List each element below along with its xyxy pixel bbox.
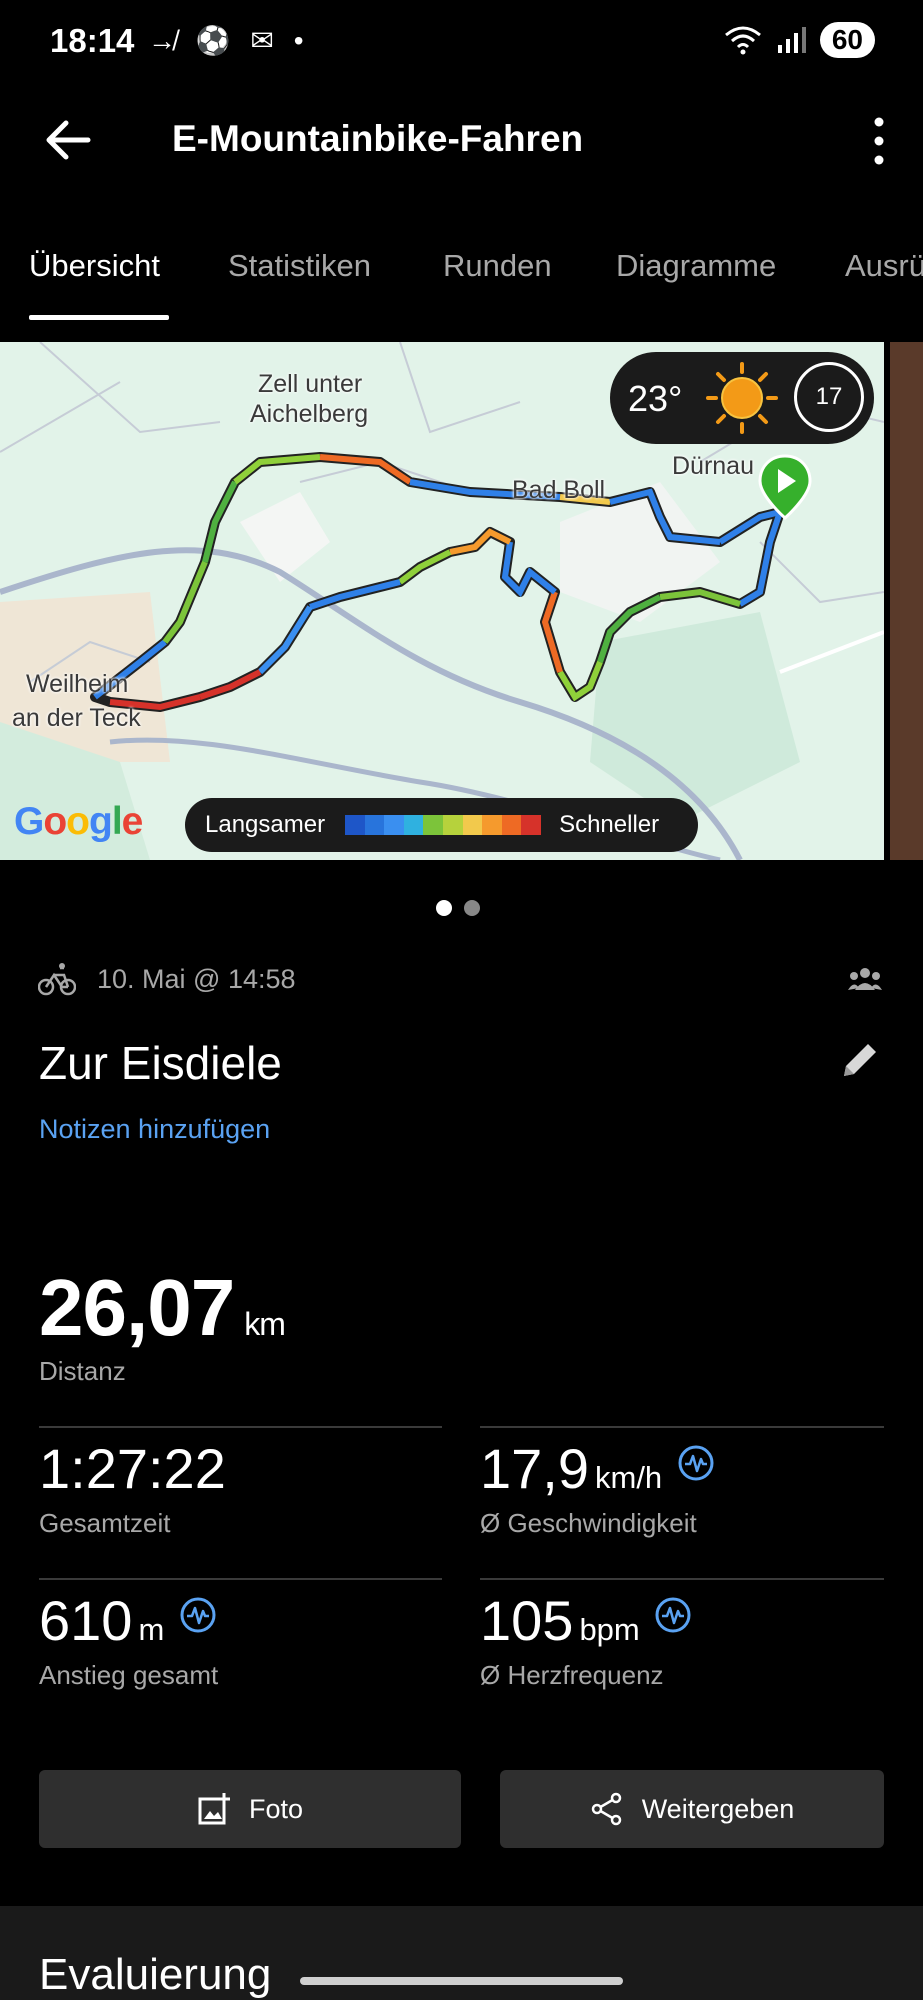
status-time: 18:14 [50,22,135,59]
avg-hr-unit: bpm [579,1612,640,1647]
sun-icon [706,362,778,434]
legend-color-scale [345,815,542,835]
signal-icon [777,27,806,53]
distance-value: 26,07 [39,1263,235,1352]
battery-indicator: 60 [819,22,875,58]
share-button-label: Weitergeben [641,1793,795,1824]
sensor-data-icon[interactable] [179,1596,217,1634]
weather-temperature: 23° [628,378,683,419]
divider [39,1578,442,1580]
legend-swatch [423,815,444,835]
dot-icon: • [293,25,310,56]
weather-badge: 23° 17 [610,352,874,444]
legend-swatch [384,815,404,835]
group-icon[interactable] [848,966,882,992]
avg-speed-stat: 17,9 km/h [480,1436,715,1501]
google-logo: Google [14,800,143,843]
avg-speed-label: Ø Geschwindigkeit [480,1508,697,1538]
home-indicator[interactable] [300,1977,623,1985]
ascent-value: 610 [39,1589,133,1652]
legend-swatch [364,815,385,835]
back-button[interactable] [38,110,98,170]
ebike-icon [38,963,76,996]
pager-dot-2[interactable] [464,900,480,916]
wind-indicator: 17 [794,362,864,432]
map-pager [436,900,480,916]
legend-swatch [462,815,483,835]
missed-call-icon: ↛ [148,25,182,56]
tab-ausruestung[interactable]: Ausrü [845,248,923,284]
evaluation-card[interactable]: Evaluierung [0,1906,923,2000]
add-notes-link[interactable]: Notizen hinzufügen [39,1114,270,1145]
avg-hr-stat: 105 bpm [480,1588,692,1653]
distance-stat: 26,07 km [39,1262,286,1354]
legend-swatch [345,815,365,835]
legend-swatch [521,815,542,835]
more-options-button[interactable] [859,112,899,172]
tab-diagramme[interactable]: Diagramme [616,248,776,284]
total-time-value: 1:27:22 [39,1437,226,1500]
legend-swatch [403,815,424,835]
map-label-duernau: Dürnau [672,452,754,480]
edit-pencil-icon[interactable] [838,1038,882,1082]
activity-date: 10. Mai @ 14:58 [97,964,296,994]
divider [480,1578,884,1580]
map-label-zell: Zell unter [258,370,363,398]
wifi-icon [724,26,761,55]
legend-swatch [501,815,522,835]
active-tab-indicator [29,315,169,320]
legend-swatch [443,815,463,835]
divider [39,1426,442,1428]
legend-slow-label: Langsamer [205,811,326,838]
page-title: E-Mountainbike-Fahren [172,118,584,159]
avg-hr-value: 105 [480,1589,574,1652]
avg-hr-label: Ø Herzfrequenz [480,1660,664,1690]
ascent-unit: m [138,1612,165,1647]
tab-uebersicht[interactable]: Übersicht [29,248,160,284]
distance-label: Distanz [39,1356,126,1386]
evaluation-title: Evaluierung [39,1950,272,1999]
ascent-label: Anstieg gesamt [39,1660,219,1690]
tab-statistiken[interactable]: Statistiken [228,248,371,284]
status-notification-icons: ↛ ⚽ ✉ • [148,24,310,57]
route-map[interactable]: Zell unter Aichelberg Bad Boll Dürnau We… [0,342,884,860]
activity-name: Zur Eisdiele [39,1037,282,1089]
sensor-data-icon[interactable] [654,1596,692,1634]
divider [480,1426,884,1428]
tab-runden[interactable]: Runden [443,248,552,284]
speed-legend: Langsamer Schneller [185,798,698,852]
avg-speed-value: 17,9 [480,1437,589,1500]
share-button[interactable]: Weitergeben [500,1770,884,1848]
start-marker-icon [758,454,812,520]
share-icon [591,1792,621,1826]
map-label-an-der-teck: an der Teck [12,704,141,732]
total-time-stat: 1:27:22 [39,1436,226,1501]
distance-unit: km [244,1306,286,1342]
add-photo-icon [198,1793,230,1825]
tab-bar: Übersicht Statistiken Runden Diagramme A… [0,240,923,326]
map-label-aichelberg: Aichelberg [250,400,369,428]
ascent-stat: 610 m [39,1588,217,1653]
avg-speed-unit: km/h [595,1460,663,1495]
soccer-icon: ⚽ [195,25,237,56]
photo-button-label: Foto [248,1793,304,1824]
legend-swatch [482,815,502,835]
sensor-data-icon[interactable] [677,1444,715,1482]
next-photo-peek[interactable] [890,342,923,860]
map-label-bad-boll: Bad Boll [512,476,606,504]
pager-dot-1[interactable] [436,900,452,916]
more-vertical-icon [874,117,884,165]
arrow-back-icon [46,120,91,160]
mail-icon: ✉ [250,25,280,56]
map-label-weilheim: Weilheim [26,670,129,698]
legend-fast-label: Schneller [559,811,660,838]
total-time-label: Gesamtzeit [39,1508,171,1538]
photo-button[interactable]: Foto [39,1770,461,1848]
status-right: 60 [724,22,875,58]
